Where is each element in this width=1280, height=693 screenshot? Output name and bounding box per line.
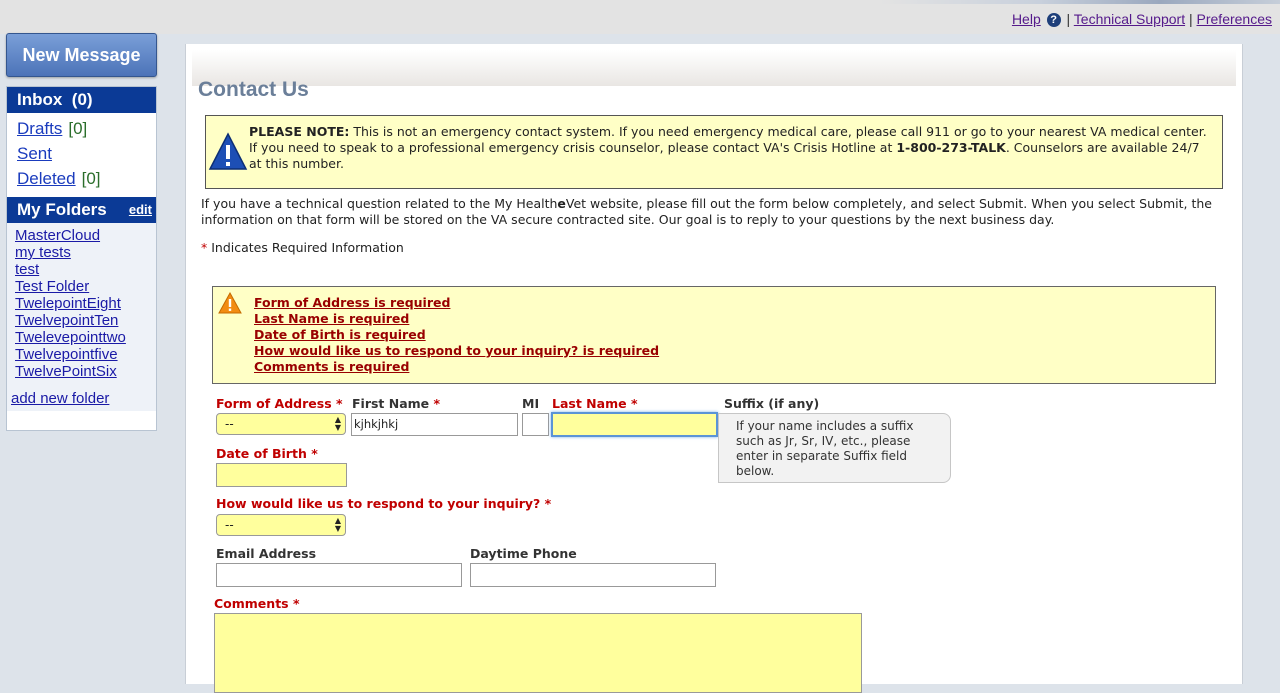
folder-link[interactable]: TwelvePointSix	[15, 363, 117, 380]
alert-triangle-icon	[218, 292, 242, 314]
folder-item: my tests	[15, 244, 156, 261]
comments-label: Comments *	[214, 596, 300, 611]
note-heading: PLEASE NOTE:	[249, 124, 350, 139]
folder-item: TwelvePointSix	[15, 363, 156, 380]
error-list: Form of Address is required Last Name is…	[254, 295, 659, 375]
folder-link[interactable]: TwelepointEight	[15, 295, 121, 312]
note-text: PLEASE NOTE: This is not an emergency co…	[249, 124, 1214, 172]
mailbox-item-drafts: Drafts [0]	[17, 116, 156, 141]
folder-item: Twelvepointfive	[15, 346, 156, 363]
add-folder-item: add new folder	[11, 390, 156, 407]
error-link[interactable]: Date of Birth is required	[254, 327, 659, 343]
folder-link[interactable]: MasterCloud	[15, 227, 100, 244]
main-panel: Contact Us PLEASE NOTE: This is not an e…	[185, 44, 1243, 693]
last-name-input[interactable]	[551, 412, 718, 437]
folder-link[interactable]: my tests	[15, 244, 71, 261]
respond-label: How would like us to respond to your inq…	[216, 496, 552, 511]
sent-link[interactable]: Sent	[17, 144, 52, 163]
mailbox-item-sent: Sent	[17, 141, 156, 166]
folder-list: MasterCloud my tests test Test Folder Tw…	[7, 223, 156, 411]
drafts-count: [0]	[68, 119, 88, 138]
folder-item: test	[15, 261, 156, 278]
deleted-link[interactable]: Deleted	[17, 169, 76, 188]
error-link[interactable]: Last Name is required	[254, 311, 659, 327]
preferences-link[interactable]: Preferences	[1197, 11, 1272, 27]
middle-initial-input[interactable]	[522, 413, 549, 436]
inbox-count: (0)	[71, 90, 93, 109]
dob-label: Date of Birth *	[216, 446, 318, 461]
separator: |	[1188, 11, 1193, 27]
technical-support-link[interactable]: Technical Support	[1074, 11, 1185, 27]
folder-link[interactable]: TwelvepointTen	[15, 312, 118, 329]
daytime-phone-input[interactable]	[470, 563, 716, 587]
form-of-address-select[interactable]: -- ▲ ▼	[216, 413, 346, 435]
last-name-label: Last Name *	[552, 396, 638, 411]
folder-item: TwelvepointTen	[15, 312, 156, 329]
error-link[interactable]: Form of Address is required	[254, 295, 659, 311]
my-folders-header: My Folders edit	[7, 197, 156, 223]
crisis-phone: 1-800-273-TALK	[896, 140, 1006, 155]
folder-link[interactable]: Twelvepointfive	[15, 346, 118, 363]
main-header-band	[192, 50, 1236, 86]
select-arrows-icon: ▲ ▼	[334, 516, 341, 533]
email-input[interactable]	[216, 563, 462, 587]
folder-item: Test Folder	[15, 278, 156, 295]
dob-input[interactable]	[216, 463, 347, 487]
top-bar: Help ? | Technical Support | Preferences	[0, 0, 1280, 34]
mailbox-list: Drafts [0] Sent Deleted [0]	[7, 113, 156, 197]
suffix-label: Suffix (if any)	[724, 396, 820, 411]
select-value: --	[225, 518, 234, 532]
my-folders-title: My Folders	[17, 200, 107, 219]
respond-method-select[interactable]: -- ▲ ▼	[216, 514, 346, 536]
help-link[interactable]: Help	[1012, 11, 1041, 27]
drafts-link[interactable]: Drafts	[17, 119, 62, 138]
first-name-input[interactable]: kjhkjhkj	[351, 413, 518, 436]
top-links: Help ? | Technical Support | Preferences	[1012, 11, 1272, 27]
deleted-count: [0]	[81, 169, 101, 188]
select-value: --	[225, 417, 234, 431]
email-label: Email Address	[216, 546, 317, 561]
first-name-label: First Name *	[352, 396, 441, 411]
folder-item: TwelepointEight	[15, 295, 156, 312]
top-decoration	[880, 0, 1280, 4]
error-summary: Form of Address is required Last Name is…	[212, 286, 1216, 384]
comments-textarea[interactable]	[214, 613, 862, 693]
sidebar: Inbox (0) Drafts [0] Sent Deleted [0] My F…	[6, 86, 157, 431]
folder-link[interactable]: Test Folder	[15, 278, 89, 295]
mi-label: MI	[522, 396, 540, 411]
page-title: Contact Us	[198, 78, 309, 101]
inbox-label[interactable]: Inbox	[17, 90, 62, 109]
mailbox-item-deleted: Deleted [0]	[17, 166, 156, 191]
warning-info-icon	[208, 132, 248, 170]
phone-label: Daytime Phone	[470, 546, 577, 561]
folder-link[interactable]: Twelevepointtwo	[15, 329, 126, 346]
folders-edit-link[interactable]: edit	[129, 197, 152, 223]
form-of-address-label: Form of Address *	[216, 396, 343, 411]
new-message-button[interactable]: New Message	[6, 33, 157, 77]
intro-part: If you have a technical question related…	[201, 196, 558, 211]
add-new-folder-link[interactable]: add new folder	[11, 390, 109, 407]
error-link[interactable]: How would like us to respond to your inq…	[254, 343, 659, 359]
intro-text: If you have a technical question related…	[201, 196, 1231, 228]
folder-link[interactable]: test	[15, 261, 39, 278]
select-arrows-icon: ▲ ▼	[334, 415, 341, 432]
separator: |	[1066, 11, 1071, 27]
suffix-tooltip: If your name includes a suffix such as J…	[718, 413, 951, 483]
help-icon[interactable]: ?	[1046, 13, 1061, 27]
folder-item: Twelevepointtwo	[15, 329, 156, 346]
required-info-note: * Indicates Required Information	[201, 240, 404, 255]
required-note-text: Indicates Required Information	[207, 240, 404, 255]
inbox-header[interactable]: Inbox (0)	[7, 87, 156, 113]
intro-e: e	[557, 196, 566, 211]
error-link[interactable]: Comments is required	[254, 359, 659, 375]
folder-item: MasterCloud	[15, 227, 156, 244]
emergency-note: PLEASE NOTE: This is not an emergency co…	[205, 115, 1223, 189]
